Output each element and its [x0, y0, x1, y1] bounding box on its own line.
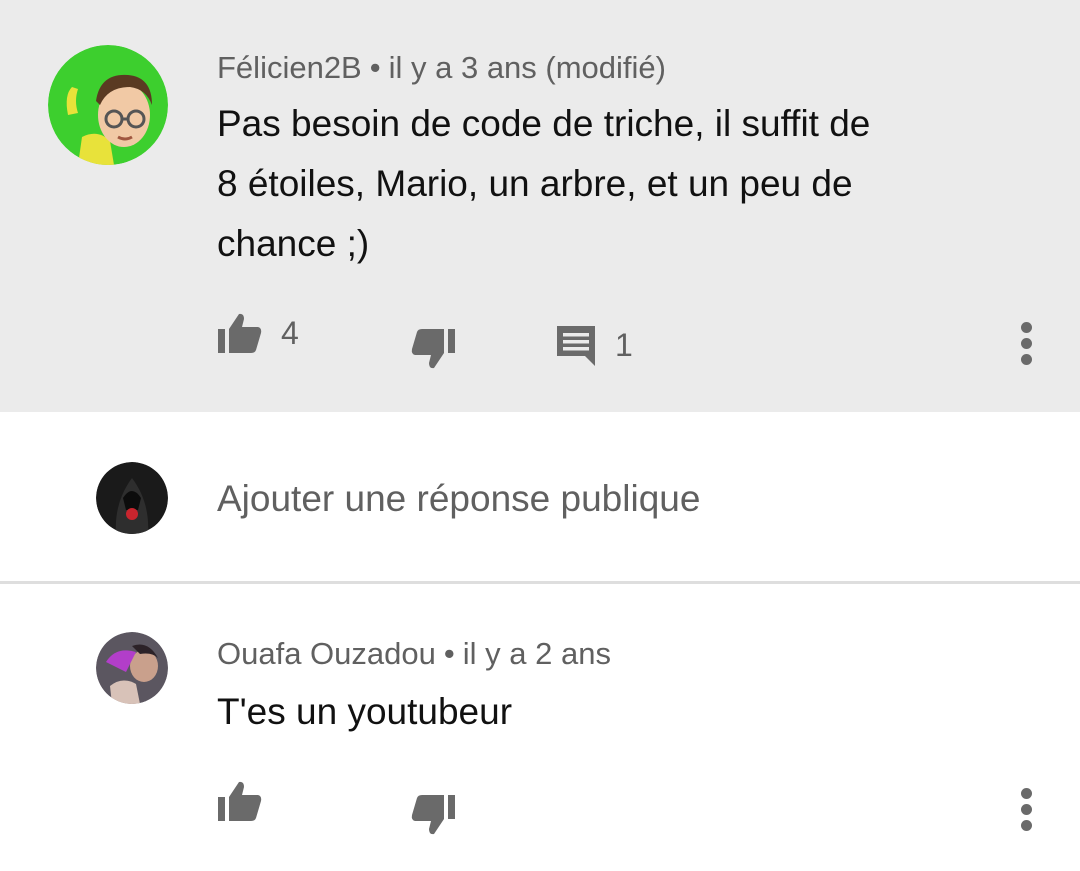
comment-text-line: 8 étoiles, Mario, un arbre, et un peu de — [217, 163, 853, 204]
comment-time[interactable]: il y a 2 ans — [463, 636, 611, 671]
comment-text-line: chance ;) — [217, 223, 370, 264]
like-button[interactable] — [217, 780, 263, 822]
author-name[interactable]: Félicien2B — [217, 50, 362, 85]
comment-text: T'es un youtubeur — [217, 682, 512, 742]
user-photo-avatar-icon[interactable] — [96, 632, 168, 704]
meta-separator: • — [443, 636, 455, 671]
dislike-button[interactable] — [410, 328, 456, 370]
thumbs-down-icon — [411, 795, 455, 835]
reply-count: 1 — [615, 326, 633, 363]
like-count: 4 — [281, 314, 299, 351]
comment-time[interactable]: il y a 3 ans (modifié) — [389, 50, 666, 85]
author-name[interactable]: Ouafa Ouzadou — [217, 636, 436, 671]
dislike-button[interactable] — [410, 794, 456, 836]
more-vertical-icon[interactable] — [1019, 788, 1033, 836]
meta-separator: • — [369, 50, 381, 85]
comment-text: Pas besoin de code de triche, il suffit … — [217, 94, 870, 274]
reply-button[interactable]: 1 — [555, 324, 633, 366]
comment-icon — [557, 326, 595, 366]
comment-text-line: Pas besoin de code de triche, il suffit … — [217, 103, 871, 144]
comment-meta: Félicien2B • il y a 3 ans (modifié) — [217, 50, 666, 86]
thumbs-up-icon — [218, 781, 262, 821]
thumbs-up-icon — [218, 313, 262, 353]
hooded-figure-avatar-icon — [96, 462, 168, 534]
add-reply-input[interactable]: Ajouter une réponse publique — [217, 478, 700, 520]
mii-avatar-icon[interactable] — [48, 45, 168, 165]
more-vertical-icon[interactable] — [1019, 322, 1033, 370]
like-button[interactable]: 4 — [217, 312, 299, 354]
divider — [0, 581, 1080, 584]
thumbs-down-icon — [411, 329, 455, 369]
comment-meta: Ouafa Ouzadou • il y a 2 ans — [217, 636, 611, 672]
comment-text-line: T'es un youtubeur — [217, 691, 513, 732]
